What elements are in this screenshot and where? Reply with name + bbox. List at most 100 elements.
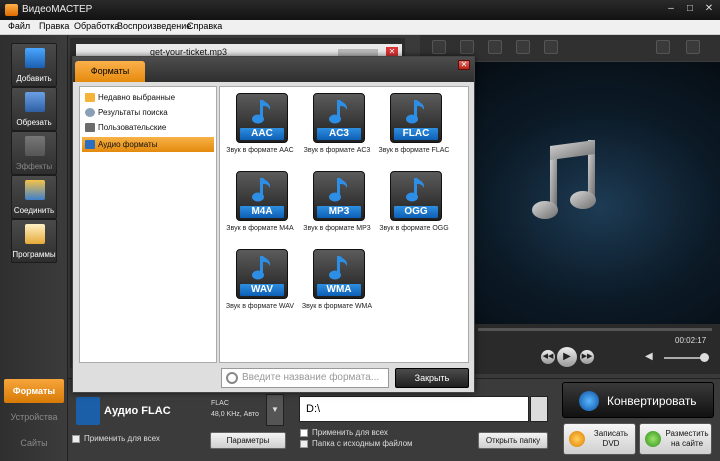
add-button[interactable]: Добавить: [11, 43, 57, 87]
browse-folder-icon[interactable]: [530, 396, 548, 422]
format-search-input[interactable]: Введите название формата...: [221, 368, 389, 388]
snapshot-icon[interactable]: [686, 40, 700, 54]
format-badge: AC3: [317, 128, 361, 140]
music-note-icon: [532, 140, 596, 219]
format-icon: WMA: [313, 249, 365, 299]
format-tile-aac[interactable]: AAC Звук в формате AAC: [223, 91, 297, 169]
format-tile-flac[interactable]: FLAC Звук в формате FLAC: [377, 91, 451, 169]
format-icon: M4A: [236, 171, 288, 221]
format-caption: Звук в формате WAV: [225, 303, 295, 310]
format-tile-wav[interactable]: WAV Звук в формате WAV: [223, 247, 297, 325]
open-folder-button[interactable]: Открыть папку: [478, 432, 548, 449]
same-folder-checkbox[interactable]: [300, 440, 308, 448]
dvd-icon: [569, 431, 585, 447]
format-caption: Звук в формате M4A: [226, 225, 294, 232]
format-icon: AC3: [313, 93, 365, 143]
format-caption: Звук в формате OGG: [379, 225, 449, 232]
format-tile-m4a[interactable]: M4A Звук в формате M4A: [223, 169, 297, 247]
programs-icon: [25, 224, 45, 244]
music-note-icon: [328, 99, 352, 125]
scissors-film-icon: [25, 92, 45, 112]
parameters-button[interactable]: Параметры: [210, 432, 286, 449]
join-button[interactable]: Соединить: [11, 175, 57, 219]
video-icon[interactable]: [516, 40, 530, 54]
format-badge: MP3: [317, 206, 361, 218]
format-badge: WAV: [240, 284, 284, 296]
dialog-close-icon[interactable]: ✕: [458, 60, 470, 70]
gif-icon[interactable]: [656, 40, 670, 54]
format-badge: OGG: [394, 206, 438, 218]
join-icon: [25, 180, 45, 200]
minimize-icon[interactable]: –: [664, 3, 678, 16]
category-recent[interactable]: Недавно выбранные: [82, 90, 214, 105]
menu-playback[interactable]: Воспроизведение: [117, 21, 191, 31]
tab-devices[interactable]: Устройства: [4, 405, 64, 429]
format-icon: MP3: [313, 171, 365, 221]
menu-edit[interactable]: Правка: [39, 21, 69, 31]
recent-icon: [85, 93, 95, 102]
publish-button[interactable]: Разместить на сайте: [639, 423, 712, 455]
format-dropdown-icon[interactable]: ▼: [266, 394, 284, 426]
play-icon[interactable]: ▶: [557, 347, 577, 367]
burn-dvd-button[interactable]: Записать DVD: [563, 423, 636, 455]
format-tile-wma[interactable]: WMA Звук в формате WMA: [300, 247, 374, 325]
menu-help[interactable]: Справка: [187, 21, 222, 31]
timeline-slider[interactable]: [478, 328, 712, 331]
left-sidebar: Добавить Обрезать Эффекты Соединить Прог…: [0, 35, 68, 461]
format-details: 48,0 KHz, Авто: [211, 411, 259, 418]
effects-button[interactable]: Эффекты: [11, 131, 57, 175]
format-caption: Звук в формате MP3: [303, 225, 371, 232]
close-window-icon[interactable]: ✕: [702, 3, 716, 16]
brightness-icon[interactable]: [488, 40, 502, 54]
add-film-icon: [25, 48, 45, 68]
search-results-icon: [85, 108, 95, 117]
tab-formats[interactable]: Форматы: [4, 379, 64, 403]
convert-arrow-icon: [579, 391, 599, 411]
dialog-header: Форматы ✕: [73, 57, 474, 82]
format-icon: AAC: [236, 93, 288, 143]
apply-all-2-checkbox[interactable]: [300, 429, 308, 437]
previous-icon[interactable]: ◀◀: [541, 350, 555, 364]
rotate-icon[interactable]: [460, 40, 474, 54]
programs-button[interactable]: Программы: [11, 219, 57, 263]
music-note-icon: [251, 177, 275, 203]
format-icon: WAV: [236, 249, 288, 299]
maximize-icon[interactable]: □: [683, 3, 697, 16]
music-note-icon: [251, 255, 275, 281]
parameters-label: Параметры: [226, 436, 270, 445]
format-icon: FLAC: [390, 93, 442, 143]
audio-icon: [85, 140, 95, 149]
format-badge: WMA: [317, 284, 361, 296]
category-audio[interactable]: Аудио форматы: [82, 137, 214, 152]
menu-bar: Файл Правка Обработка Воспроизведение Сп…: [0, 20, 720, 35]
close-button[interactable]: Закрыть: [395, 368, 469, 388]
formats-dialog: Форматы ✕ Недавно выбранные Результаты п…: [72, 56, 475, 393]
apply-all-checkbox[interactable]: [72, 435, 80, 443]
speed-icon[interactable]: [544, 40, 558, 54]
search-icon: [226, 372, 238, 384]
format-tile-mp3[interactable]: MP3 Звук в формате MP3: [300, 169, 374, 247]
tab-sites[interactable]: Сайты: [4, 431, 64, 455]
convert-label: Конвертировать: [607, 394, 697, 408]
format-codec: FLAC: [211, 400, 229, 407]
upload-icon: [645, 431, 661, 447]
effects-icon: [25, 136, 45, 156]
format-tile-ac3[interactable]: AC3 Звук в формате AC3: [300, 91, 374, 169]
next-icon[interactable]: ▶▶: [580, 350, 594, 364]
format-tile-ogg[interactable]: OGG Звук в формате OGG: [377, 169, 451, 247]
volume-handle[interactable]: [700, 353, 709, 362]
dialog-tab-formats[interactable]: Форматы: [75, 61, 145, 82]
format-name: Аудио FLAC: [104, 405, 171, 417]
menu-file[interactable]: Файл: [8, 21, 30, 31]
format-badge: M4A: [240, 206, 284, 218]
menu-process[interactable]: Обработка: [74, 21, 119, 31]
category-search-results[interactable]: Результаты поиска: [82, 105, 214, 120]
convert-button[interactable]: Конвертировать: [562, 382, 714, 418]
category-custom[interactable]: Пользовательские: [82, 120, 214, 135]
format-badge: AAC: [240, 128, 284, 140]
output-path-field[interactable]: D:\: [299, 396, 529, 422]
volume-icon[interactable]: ◀: [645, 351, 657, 363]
trim-button[interactable]: Обрезать: [11, 87, 57, 131]
crop-icon[interactable]: [432, 40, 446, 54]
format-badge: FLAC: [394, 128, 438, 140]
